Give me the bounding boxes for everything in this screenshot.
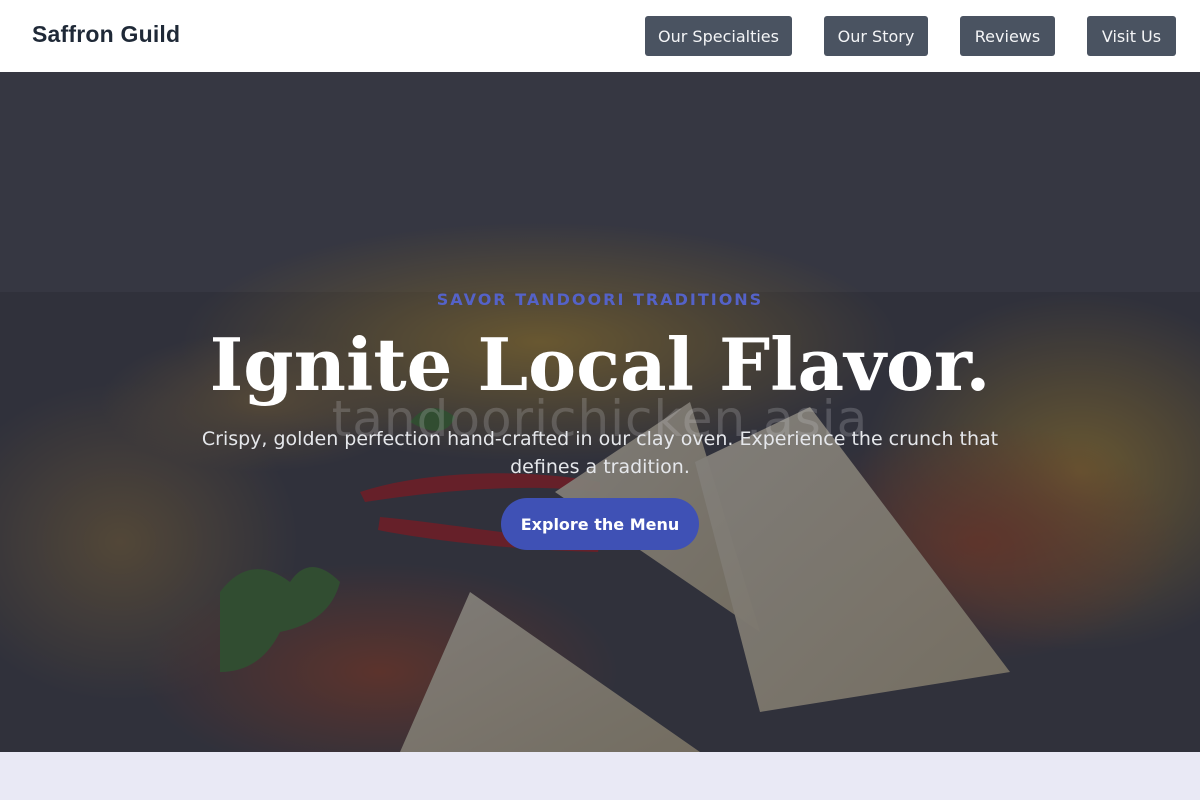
hero-section: tandoorichicken.asia SAVOR TANDOORI TRAD… [0, 72, 1200, 752]
explore-menu-button[interactable]: Explore the Menu [501, 498, 699, 550]
next-section-band [0, 752, 1200, 800]
nav-our-specialties-button[interactable]: Our Specialties [645, 16, 792, 56]
top-navbar: Saffron Guild Our Specialties Our Story … [0, 0, 1200, 72]
nav-our-story-button[interactable]: Our Story [824, 16, 928, 56]
hero-subtitle: Crispy, golden perfection hand-crafted i… [201, 428, 999, 478]
hero-title: Ignite Local Flavor. [209, 322, 991, 407]
brand-logo-text[interactable]: Saffron Guild [32, 21, 180, 48]
hero-eyebrow: SAVOR TANDOORI TRADITIONS [436, 290, 764, 309]
nav-visit-us-button[interactable]: Visit Us [1087, 16, 1176, 56]
nav-reviews-button[interactable]: Reviews [960, 16, 1055, 56]
